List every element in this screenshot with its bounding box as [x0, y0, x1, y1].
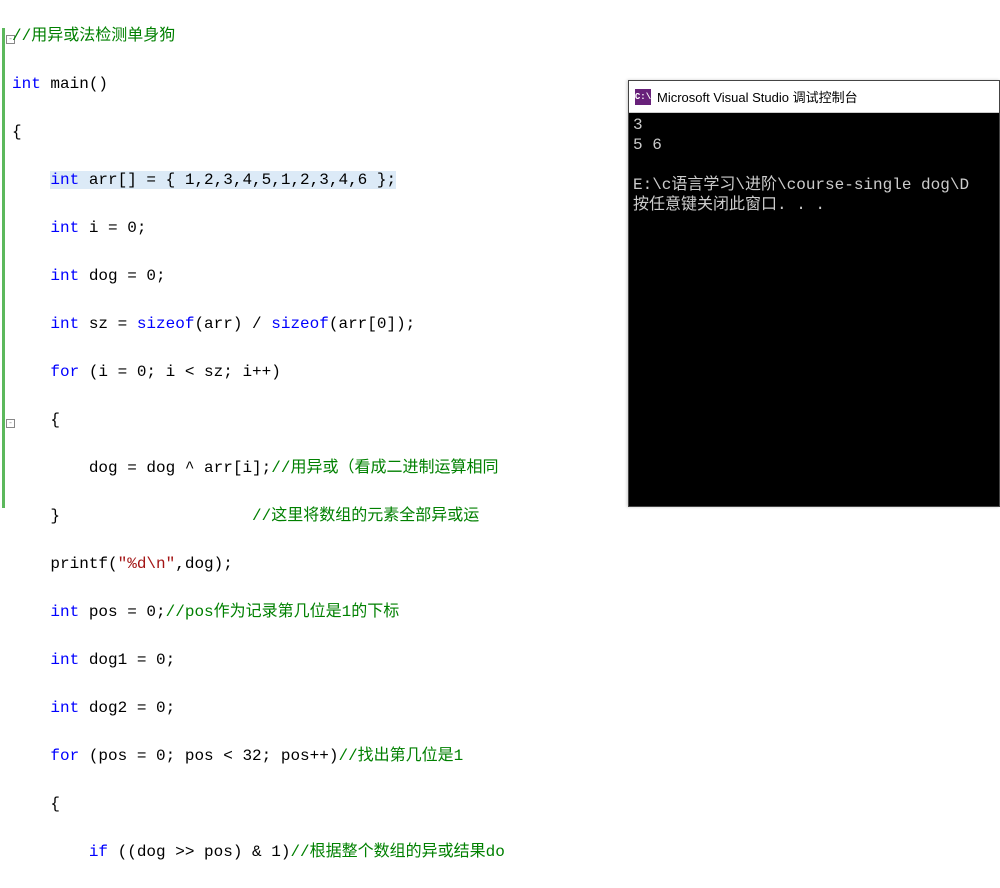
- code-keyword: int: [50, 699, 79, 717]
- code-comment: //找出第几位是1: [338, 747, 463, 765]
- code-text: (arr[0]);: [329, 315, 415, 333]
- console-line: 按任意键关闭此窗口. . .: [633, 196, 825, 214]
- code-text: i = 0;: [79, 219, 146, 237]
- code-text: ,dog);: [175, 555, 233, 573]
- code-editor[interactable]: //用异或法检测单身狗 int main() { int arr[] = { 1…: [0, 0, 628, 507]
- code-keyword: int: [50, 651, 79, 669]
- code-keyword: int: [50, 315, 79, 333]
- console-line: 3: [633, 116, 643, 134]
- code-text: sz =: [79, 315, 137, 333]
- code-keyword: int: [50, 171, 79, 189]
- code-brace: {: [12, 123, 22, 141]
- code-keyword: for: [50, 747, 79, 765]
- code-comment: //用异或（看成二进制运算相同: [271, 459, 498, 477]
- code-text: main(): [41, 75, 108, 93]
- code-brace: {: [50, 411, 60, 429]
- vs-console-icon: C:\: [635, 89, 651, 105]
- code-brace: }: [50, 507, 60, 525]
- code-text: (i = 0; i < sz; i++): [79, 363, 281, 381]
- code-text: dog = dog ^ arr[i];: [12, 459, 271, 477]
- code-text: (arr) /: [194, 315, 271, 333]
- console-titlebar[interactable]: C:\ Microsoft Visual Studio 调试控制台: [629, 81, 999, 113]
- code-text: pos = 0;: [79, 603, 165, 621]
- code-text: (pos = 0; pos < 32; pos++): [79, 747, 338, 765]
- code-keyword: if: [89, 843, 108, 861]
- code-string: "%d\n": [118, 555, 176, 573]
- code-keyword: sizeof: [271, 315, 329, 333]
- code-keyword: for: [50, 363, 79, 381]
- console-line: 5 6: [633, 136, 662, 154]
- code-comment: //pos作为记录第几位是1的下标: [166, 603, 400, 621]
- code-text: printf(: [50, 555, 117, 573]
- console-title: Microsoft Visual Studio 调试控制台: [657, 87, 858, 106]
- console-icon-text: C:\: [635, 92, 651, 102]
- code-text: dog = 0;: [79, 267, 165, 285]
- code-brace: {: [50, 795, 60, 813]
- code-comment: //用异或法检测单身狗: [12, 27, 175, 45]
- code-keyword: int: [50, 267, 79, 285]
- code-text: dog1 = 0;: [79, 651, 175, 669]
- code-comment: //这里将数组的元素全部异或运: [252, 507, 479, 525]
- console-output[interactable]: 3 5 6 E:\c语言学习\进阶\course-single dog\D 按任…: [629, 113, 999, 506]
- code-text: arr[] = { 1,2,3,4,5,1,2,3,4,6 };: [79, 171, 396, 189]
- code-text: ((dog >> pos) & 1): [108, 843, 290, 861]
- code-keyword: int: [12, 75, 41, 93]
- code-comment: //根据整个数组的异或结果do: [290, 843, 504, 861]
- debug-console-window[interactable]: C:\ Microsoft Visual Studio 调试控制台 3 5 6 …: [628, 80, 1000, 507]
- console-line: E:\c语言学习\进阶\course-single dog\D: [633, 176, 969, 194]
- code-text: dog2 = 0;: [79, 699, 175, 717]
- code-keyword: sizeof: [137, 315, 195, 333]
- code-keyword: int: [50, 603, 79, 621]
- code-keyword: int: [50, 219, 79, 237]
